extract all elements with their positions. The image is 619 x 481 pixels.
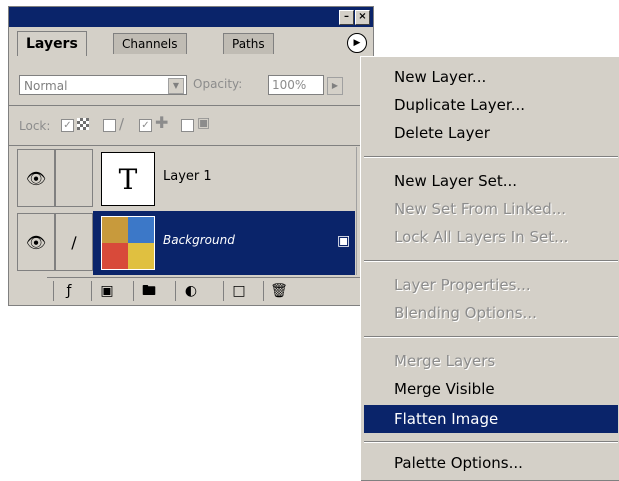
menu-separator [364,260,618,262]
blend-mode-value: Normal [24,79,68,93]
lock-icon: ▣ [337,233,351,249]
palette-context-menu: New Layer... Duplicate Layer... Delete L… [360,56,619,481]
lock-transparency-checkbox[interactable]: ✓ [61,119,74,132]
opacity-value: 100% [272,78,307,92]
visibility-eye-icon[interactable]: 👁 [17,149,55,207]
menu-item-new-layer-set[interactable]: New Layer Set... [364,167,618,195]
adjustment-layer-icon[interactable]: ◐ [175,281,206,301]
menu-item-merge-visible[interactable]: Merge Visible [364,375,618,403]
menu-item-delete-layer[interactable]: Delete Layer [364,119,618,147]
lock-label: Lock: [19,119,51,133]
tab-layers[interactable]: Layers [17,31,87,56]
layers-palette: – × Layers Channels Paths ▶ Normal ▼ Opa… [8,6,374,306]
opacity-field[interactable]: 100% [268,75,324,95]
menu-item-merge-layers: Merge Layers [394,352,496,370]
palette-titlebar[interactable]: – × [9,7,373,27]
lock-position-checkbox[interactable]: ✓ [139,119,152,132]
close-icon[interactable]: × [355,10,370,25]
menu-item-duplicate-layer[interactable]: Duplicate Layer... [364,91,618,119]
minimize-icon[interactable]: – [339,10,354,25]
lock-all-checkbox[interactable] [181,119,194,132]
menu-separator [364,441,618,443]
trash-icon[interactable]: 🗑 [263,281,294,301]
layer-style-icon[interactable]: ƒ [53,281,84,301]
chevron-down-icon: ▼ [168,78,184,94]
blend-mode-select[interactable]: Normal ▼ [19,75,187,95]
layer-row-layer-1[interactable]: 👁 T Layer 1 [17,147,355,211]
move-icon: ✚ [155,113,169,132]
menu-separator [364,156,618,158]
tab-channels[interactable]: Channels [113,33,187,54]
visibility-eye-icon[interactable]: 👁 [17,213,55,271]
link-cell[interactable] [55,149,93,207]
new-layer-icon[interactable]: □ [223,281,254,301]
add-mask-icon[interactable]: ▣ [91,281,122,301]
background-thumbnail [101,216,155,270]
palette-menu-arrow-icon[interactable]: ▶ [347,33,367,53]
opacity-label: Opacity: [193,77,243,91]
menu-item-new-set-from-linked: New Set From Linked... [394,200,567,218]
menu-item-palette-options[interactable]: Palette Options... [364,449,618,477]
layer-name: Background [163,233,235,247]
text-layer-thumbnail: T [101,152,155,206]
menu-item-new-layer[interactable]: New Layer... [364,63,618,91]
transparency-icon [77,118,89,130]
layer-name: Layer 1 [163,169,212,184]
paintbrush-icon[interactable]: ∕ [55,213,93,271]
tab-paths[interactable]: Paths [223,33,274,54]
palette-bottom-bar: ƒ ▣ 🖿 ◐ □ 🗑 [47,277,373,304]
layer-row-background[interactable]: 👁 ∕ Background ▣ [17,211,355,275]
menu-item-blending-options: Blending Options... [394,304,537,322]
menu-item-layer-properties: Layer Properties... [394,276,531,294]
lock-icon: ▣ [197,115,211,131]
menu-separator [364,336,618,338]
menu-item-flatten-image[interactable]: Flatten Image [364,405,618,433]
new-set-folder-icon[interactable]: 🖿 [133,281,164,301]
lock-image-checkbox[interactable] [103,119,116,132]
menu-item-lock-all-layers-in-set: Lock All Layers In Set... [394,228,569,246]
opacity-slider-arrow-icon[interactable]: ▶ [327,77,343,95]
brush-icon: ∕ [119,115,125,133]
